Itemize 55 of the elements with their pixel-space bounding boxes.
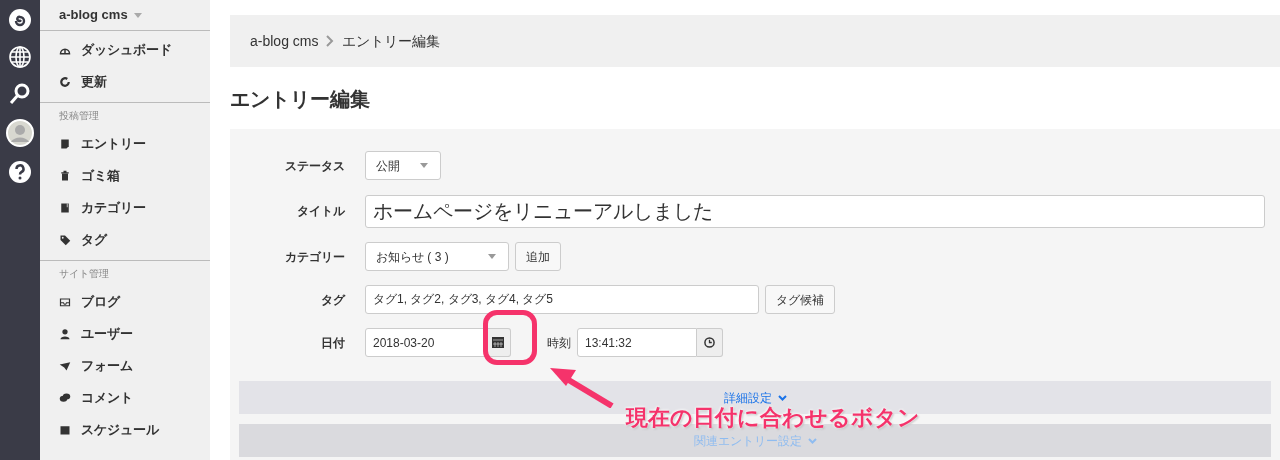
search-icon[interactable] bbox=[8, 82, 32, 106]
refresh-icon bbox=[59, 76, 71, 88]
select-field[interactable]: お知らせ ( 3 ) bbox=[365, 242, 509, 271]
breadcrumb-link[interactable]: a-blog cms bbox=[250, 30, 319, 52]
sidebar-item[interactable]: エントリー bbox=[40, 128, 210, 160]
sidebar-item[interactable]: コメント bbox=[40, 382, 210, 414]
dropdown-caret-icon bbox=[488, 254, 496, 259]
logo-icon[interactable] bbox=[8, 8, 32, 32]
avatar-icon[interactable] bbox=[6, 119, 34, 147]
tag-input[interactable]: タグ1, タグ2, タグ3, タグ4, タグ5 bbox=[365, 285, 759, 314]
globe-icon[interactable] bbox=[8, 45, 32, 69]
chevron-right-icon bbox=[326, 35, 335, 47]
chat-icon bbox=[59, 392, 71, 404]
sidebar-item[interactable]: フォーム bbox=[40, 350, 210, 382]
field-label: カテゴリー bbox=[284, 248, 346, 266]
inbox-icon bbox=[59, 296, 71, 308]
sidebar-item[interactable]: タグ bbox=[40, 224, 210, 256]
page-title: エントリー編集 bbox=[230, 87, 371, 112]
sidebar-item[interactable]: 更新 bbox=[40, 66, 210, 98]
document-icon bbox=[59, 138, 71, 150]
sidebar-heading: 投稿管理 bbox=[58, 109, 100, 123]
trash-icon bbox=[59, 170, 71, 182]
sidebar-item[interactable]: スケジュール bbox=[40, 414, 210, 446]
chevron-down-icon bbox=[777, 394, 787, 401]
time-label: 時刻 bbox=[547, 334, 571, 352]
clock-icon bbox=[704, 337, 715, 348]
help-icon[interactable] bbox=[8, 160, 32, 184]
date-input[interactable]: 2018-03-20 bbox=[365, 328, 486, 357]
dropdown-caret-icon bbox=[420, 163, 428, 168]
sidebar-item[interactable]: ゴミ箱 bbox=[40, 160, 210, 192]
action-button[interactable]: 追加 bbox=[515, 242, 561, 271]
field-label: タグ bbox=[320, 291, 347, 309]
highlight-ring bbox=[483, 310, 537, 365]
clock-button[interactable] bbox=[697, 328, 723, 357]
sidebar-item[interactable]: カテゴリー bbox=[40, 192, 210, 224]
breadcrumb-current: エントリー編集 bbox=[342, 31, 441, 51]
calendar-button[interactable] bbox=[486, 328, 511, 357]
callout-arrow bbox=[548, 366, 614, 408]
field-label: タイトル bbox=[296, 203, 346, 220]
tag-icon bbox=[59, 234, 71, 246]
sidebar-item[interactable]: ユーザー bbox=[40, 318, 210, 350]
sidebar-item[interactable]: ダッシュボード bbox=[40, 34, 210, 66]
paper-plane-icon bbox=[59, 360, 71, 372]
title-input[interactable]: ホームページをリニューアルしました bbox=[365, 194, 1265, 228]
field-label: 日付 bbox=[320, 334, 346, 352]
field-label: ステータス bbox=[284, 157, 346, 175]
time-input[interactable]: 13:41:32 bbox=[577, 328, 697, 357]
sidebar-item[interactable]: ブログ bbox=[40, 286, 210, 318]
site-name-menu[interactable]: a-blog cms bbox=[59, 5, 128, 25]
select-field[interactable]: 公開 bbox=[365, 151, 441, 180]
sidebar-heading: サイト管理 bbox=[58, 267, 110, 281]
user-icon bbox=[59, 328, 71, 340]
book-icon bbox=[59, 202, 71, 214]
chevron-down-icon bbox=[807, 437, 817, 444]
action-button[interactable]: タグ候補 bbox=[765, 285, 835, 314]
